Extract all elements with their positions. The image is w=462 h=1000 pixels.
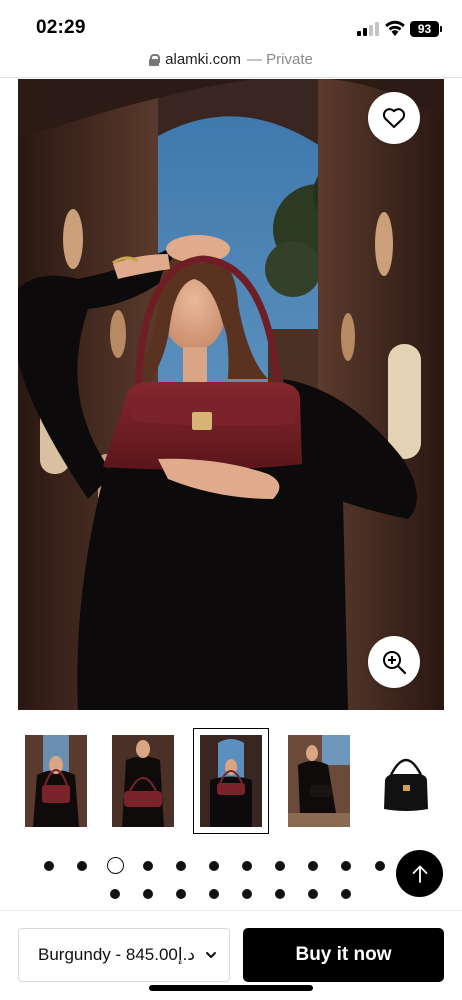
pagination-dot[interactable]	[143, 889, 153, 899]
pagination-dot[interactable]	[308, 889, 318, 899]
cellular-signal-icon	[357, 22, 379, 36]
url-divider	[0, 77, 462, 78]
pagination-dot[interactable]	[341, 889, 351, 899]
private-mode-label: — Private	[247, 51, 313, 68]
pagination-dot[interactable]	[143, 861, 153, 871]
buy-now-button[interactable]: Buy it now	[243, 928, 444, 982]
variant-select-label: Burgundy - 845.00د.إ	[38, 945, 195, 964]
status-time: 02:29	[36, 17, 86, 38]
lock-icon	[149, 53, 161, 66]
url-bar[interactable]: alamki.com — Private	[0, 46, 462, 74]
thumbnail-2[interactable]	[112, 735, 174, 827]
pagination-dot[interactable]	[242, 861, 252, 871]
image-pagination	[0, 848, 462, 908]
home-indicator	[149, 985, 313, 991]
zoom-icon	[383, 651, 407, 675]
wishlist-button[interactable]	[368, 92, 420, 144]
status-bar: 02:29 93	[0, 0, 462, 46]
thumbnail-3[interactable]	[193, 728, 269, 834]
pagination-dot[interactable]	[176, 889, 186, 899]
pagination-dot[interactable]	[44, 861, 54, 871]
zoom-button[interactable]	[368, 636, 420, 688]
pagination-dot[interactable]	[209, 861, 219, 871]
pagination-dot[interactable]	[375, 861, 385, 871]
pagination-dot[interactable]	[110, 889, 120, 899]
battery-icon: 93	[410, 21, 442, 37]
heart-icon	[382, 108, 406, 128]
thumbnail-5[interactable]	[375, 735, 437, 827]
pagination-dot[interactable]	[308, 861, 318, 871]
thumbnail-1[interactable]	[25, 735, 87, 827]
pagination-dot[interactable]	[77, 861, 87, 871]
url-domain: alamki.com	[165, 51, 241, 68]
product-main-image[interactable]	[18, 79, 444, 710]
pagination-dot[interactable]	[209, 889, 219, 899]
variant-select[interactable]: Burgundy - 845.00د.إ	[18, 928, 230, 982]
pagination-dot[interactable]	[275, 889, 285, 899]
thumbnail-4[interactable]	[288, 735, 350, 827]
bottom-bar-divider	[0, 910, 462, 911]
thumbnail-strip	[0, 727, 462, 835]
pagination-dot[interactable]	[275, 861, 285, 871]
pagination-dot[interactable]	[242, 889, 252, 899]
pagination-dot[interactable]	[341, 861, 351, 871]
wifi-icon	[384, 19, 406, 37]
pagination-dot[interactable]	[176, 861, 186, 871]
pagination-dot-active[interactable]	[107, 857, 124, 874]
chevron-down-icon	[206, 952, 216, 958]
arrow-up-icon	[412, 865, 427, 883]
scroll-to-top-button[interactable]	[396, 850, 443, 897]
